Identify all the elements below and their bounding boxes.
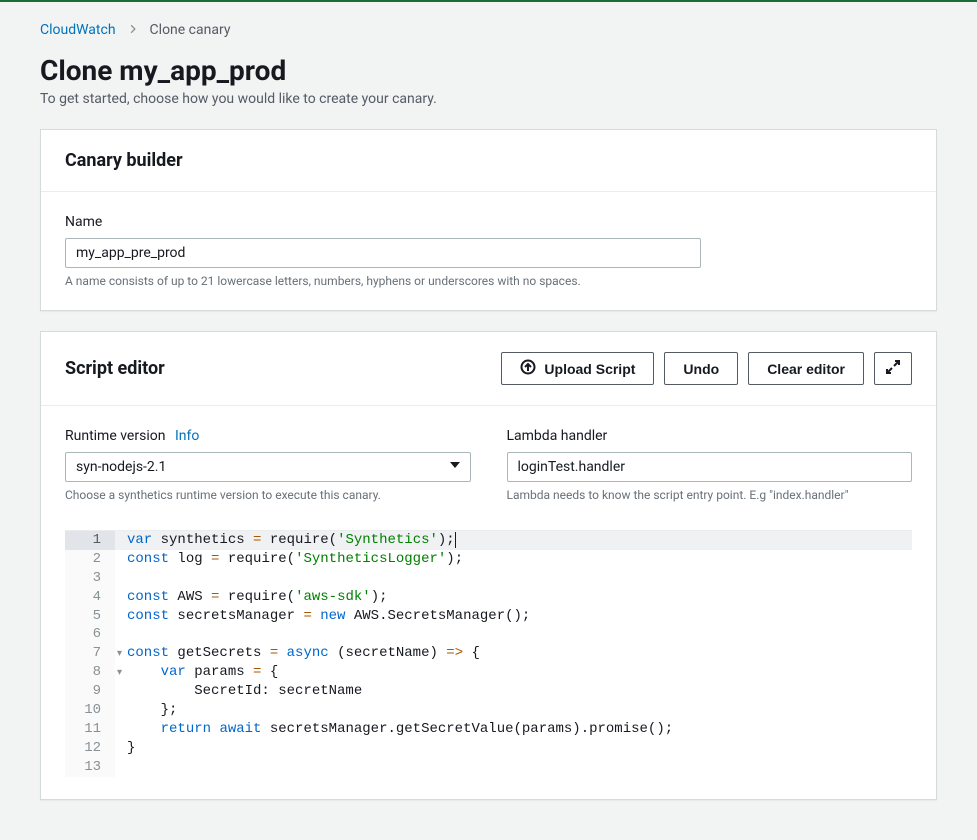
line-number: 9 [65, 682, 115, 701]
runtime-info-link[interactable]: Info [175, 428, 199, 444]
breadcrumb-root-link[interactable]: CloudWatch [40, 22, 116, 38]
runtime-version-label: Runtime version Info [65, 428, 471, 444]
upload-script-label: Upload Script [544, 361, 635, 377]
code-line[interactable]: 2const log = require('SyntheticsLogger')… [65, 550, 912, 569]
code-line[interactable]: 7▾const getSecrets = async (secretName) … [65, 644, 912, 663]
code-line[interactable]: 6 [65, 625, 912, 644]
page-subtitle: To get started, choose how you would lik… [40, 91, 937, 107]
upload-icon [520, 359, 536, 378]
runtime-version-select[interactable] [65, 452, 471, 482]
code-content[interactable]: const AWS = require('aws-sdk'); [115, 588, 388, 607]
editor-toolbar: Upload Script Undo Clear editor [501, 352, 912, 385]
line-number: 10 [65, 701, 115, 720]
chevron-right-icon [128, 22, 138, 38]
line-number: 1 [65, 531, 115, 550]
line-number: 3 [65, 569, 115, 588]
undo-label: Undo [683, 361, 719, 377]
breadcrumb: CloudWatch Clone canary [40, 22, 937, 38]
code-line[interactable]: 13 [65, 758, 912, 777]
line-number: 13 [65, 758, 115, 777]
script-editor-title: Script editor [65, 358, 165, 379]
line-number: 11 [65, 720, 115, 739]
code-line[interactable]: 9 SecretId: secretName [65, 682, 912, 701]
code-content[interactable]: } [115, 739, 135, 758]
clear-editor-label: Clear editor [767, 361, 845, 377]
fold-marker-icon[interactable]: ▾ [117, 667, 125, 681]
undo-button[interactable]: Undo [664, 352, 738, 385]
canary-builder-panel: Canary builder Name A name consists of u… [40, 129, 937, 311]
code-line[interactable]: 8▾ var params = { [65, 663, 912, 682]
code-line[interactable]: 4const AWS = require('aws-sdk'); [65, 588, 912, 607]
runtime-helper-text: Choose a synthetics runtime version to e… [65, 488, 471, 502]
code-content[interactable] [115, 569, 127, 588]
code-content[interactable] [115, 625, 127, 644]
code-line[interactable]: 3 [65, 569, 912, 588]
code-content[interactable]: ▾const getSecrets = async (secretName) =… [115, 644, 480, 663]
code-line[interactable]: 5const secretsManager = new AWS.SecretsM… [65, 607, 912, 626]
code-line[interactable]: 11 return await secretsManager.getSecret… [65, 720, 912, 739]
script-editor-panel: Script editor Upload Script Undo Clear e… [40, 331, 937, 800]
line-number: 12 [65, 739, 115, 758]
upload-script-button[interactable]: Upload Script [501, 352, 654, 385]
code-content[interactable]: return await secretsManager.getSecretVal… [115, 720, 673, 739]
name-label: Name [65, 214, 912, 230]
lambda-handler-input[interactable] [507, 452, 913, 482]
page-title: Clone my_app_prod [40, 54, 937, 87]
code-content[interactable]: SecretId: secretName [115, 682, 362, 701]
line-number: 6 [65, 625, 115, 644]
fold-marker-icon[interactable]: ▾ [117, 648, 125, 662]
code-content[interactable]: const secretsManager = new AWS.SecretsMa… [115, 607, 530, 626]
fullscreen-button[interactable] [874, 352, 912, 385]
clear-editor-button[interactable]: Clear editor [748, 352, 864, 385]
lambda-helper-text: Lambda needs to know the script entry po… [507, 488, 913, 502]
line-number: 8 [65, 663, 115, 682]
code-line[interactable]: 10 }; [65, 701, 912, 720]
name-input[interactable] [65, 238, 701, 268]
code-line[interactable]: 1var synthetics = require('Synthetics'); [65, 531, 912, 550]
code-content[interactable]: }; [115, 701, 177, 720]
code-content[interactable]: var synthetics = require('Synthetics'); [115, 531, 912, 550]
code-content[interactable]: ▾ var params = { [115, 663, 278, 682]
code-content[interactable] [115, 758, 127, 777]
line-number: 4 [65, 588, 115, 607]
code-content[interactable]: const log = require('SyntheticsLogger'); [115, 550, 463, 569]
line-number: 2 [65, 550, 115, 569]
line-number: 7 [65, 644, 115, 663]
expand-icon [885, 359, 901, 378]
canary-builder-title: Canary builder [65, 150, 912, 171]
lambda-handler-label: Lambda handler [507, 428, 913, 444]
line-number: 5 [65, 607, 115, 626]
breadcrumb-current: Clone canary [150, 22, 231, 38]
code-line[interactable]: 12} [65, 739, 912, 758]
code-editor[interactable]: 1var synthetics = require('Synthetics');… [65, 530, 912, 777]
name-helper-text: A name consists of up to 21 lowercase le… [65, 274, 912, 288]
